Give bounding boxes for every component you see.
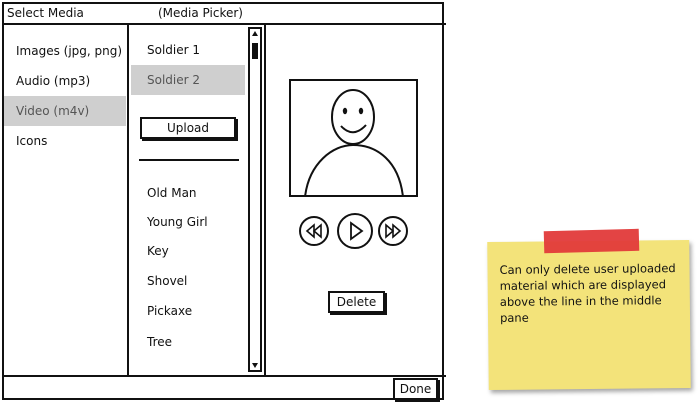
play-button[interactable]	[337, 213, 373, 249]
play-icon	[350, 221, 364, 241]
left-pane-divider	[127, 24, 129, 376]
user-media-item-soldier-1[interactable]: Soldier 1	[131, 35, 245, 65]
bottom-divider	[2, 375, 446, 377]
user-library-separator	[139, 159, 239, 161]
category-item-images[interactable]: Images (jpg, png)	[4, 36, 126, 66]
scroll-thumb[interactable]	[252, 43, 258, 59]
sticky-note-text: Can only delete user uploaded material w…	[499, 261, 676, 325]
fast-forward-icon	[385, 223, 402, 239]
delete-button[interactable]: Delete	[328, 291, 385, 313]
category-label: Video (m4v)	[16, 104, 90, 118]
library-media-item-tree[interactable]: Tree	[131, 327, 245, 357]
media-item-label: Shovel	[147, 274, 188, 288]
media-item-label: Soldier 1	[147, 43, 201, 57]
scroll-up-arrow-icon[interactable]	[251, 29, 259, 37]
library-media-item-old-man[interactable]: Old Man	[131, 178, 245, 208]
media-item-label: Key	[147, 244, 169, 258]
rewind-button[interactable]	[299, 216, 329, 246]
window-title: Select Media	[7, 6, 84, 20]
scroll-down-arrow-icon[interactable]	[251, 362, 259, 370]
media-item-label: Old Man	[147, 186, 197, 200]
library-media-item-shovel[interactable]: Shovel	[131, 266, 245, 296]
media-list-scrollbar[interactable]	[248, 27, 262, 372]
sticky-note: Can only delete user uploaded material w…	[487, 239, 691, 391]
category-label: Audio (mp3)	[16, 74, 91, 88]
media-item-label: Soldier 2	[147, 73, 201, 87]
category-item-icons[interactable]: Icons	[4, 126, 126, 156]
titlebar-divider	[2, 23, 446, 25]
rewind-icon	[305, 223, 322, 239]
media-preview	[289, 79, 418, 197]
category-label: Images (jpg, png)	[16, 44, 123, 58]
library-media-item-pickaxe[interactable]: Pickaxe	[131, 296, 245, 326]
library-media-item-key[interactable]: Key	[131, 236, 245, 266]
category-label: Icons	[16, 134, 48, 148]
upload-button[interactable]: Upload	[140, 117, 236, 139]
done-button[interactable]: Done	[393, 378, 438, 400]
fast-forward-button[interactable]	[378, 216, 408, 246]
window-subtitle: (Media Picker)	[158, 6, 243, 20]
category-item-audio[interactable]: Audio (mp3)	[4, 66, 126, 96]
media-item-label: Tree	[147, 335, 173, 349]
media-item-label: Pickaxe	[147, 304, 193, 318]
middle-pane-divider	[264, 24, 266, 376]
media-item-label: Young Girl	[147, 215, 208, 229]
user-media-item-soldier-2[interactable]: Soldier 2	[131, 65, 245, 95]
sticky-note-tape	[543, 228, 640, 254]
library-media-item-young-girl[interactable]: Young Girl	[131, 207, 245, 237]
category-item-video[interactable]: Video (m4v)	[4, 96, 126, 126]
person-avatar-icon	[304, 89, 404, 195]
